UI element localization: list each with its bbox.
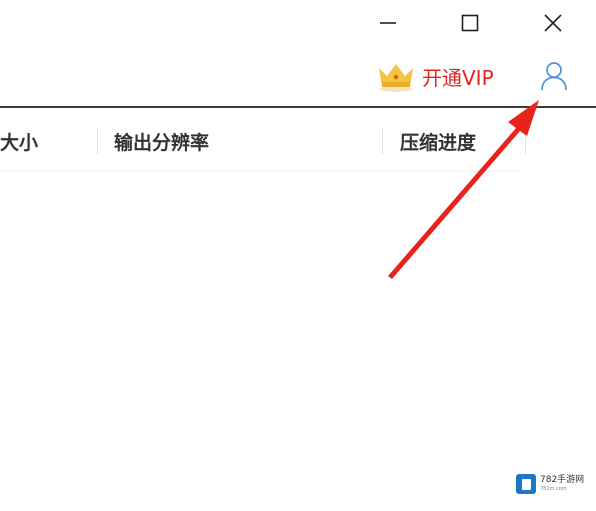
- column-separator: [382, 128, 383, 154]
- watermark-subtitle: 782m.com: [540, 486, 567, 492]
- column-separator: [525, 128, 526, 154]
- crown-icon: [379, 64, 413, 92]
- watermark-logo: [516, 474, 536, 494]
- watermark-title: 782手游网: [540, 475, 585, 485]
- app-window: 开通VIP 大小 输出分辨率 压缩进度 782手游网 782m.com: [0, 0, 596, 511]
- vip-label: 开通VIP: [422, 65, 494, 90]
- maximize-button[interactable]: [448, 6, 492, 40]
- minimize-icon: [380, 22, 396, 24]
- maximize-icon: [461, 14, 479, 32]
- annotation-arrow: [388, 100, 539, 279]
- user-account-button[interactable]: [536, 58, 572, 94]
- column-header-output-resolution[interactable]: 输出分辨率: [114, 128, 209, 155]
- column-header-size[interactable]: 大小: [0, 128, 38, 155]
- table-header-shadow: [0, 170, 520, 173]
- minimize-button[interactable]: [366, 6, 410, 40]
- user-icon: [541, 62, 567, 91]
- watermark: 782手游网 782m.com: [516, 472, 592, 496]
- column-header-compression-progress[interactable]: 压缩进度: [400, 128, 476, 155]
- close-icon: [544, 14, 562, 32]
- vip-button[interactable]: 开通VIP: [376, 58, 494, 94]
- close-button[interactable]: [531, 6, 575, 40]
- column-separator: [97, 128, 98, 154]
- table-header: 大小 输出分辨率 压缩进度: [0, 108, 596, 172]
